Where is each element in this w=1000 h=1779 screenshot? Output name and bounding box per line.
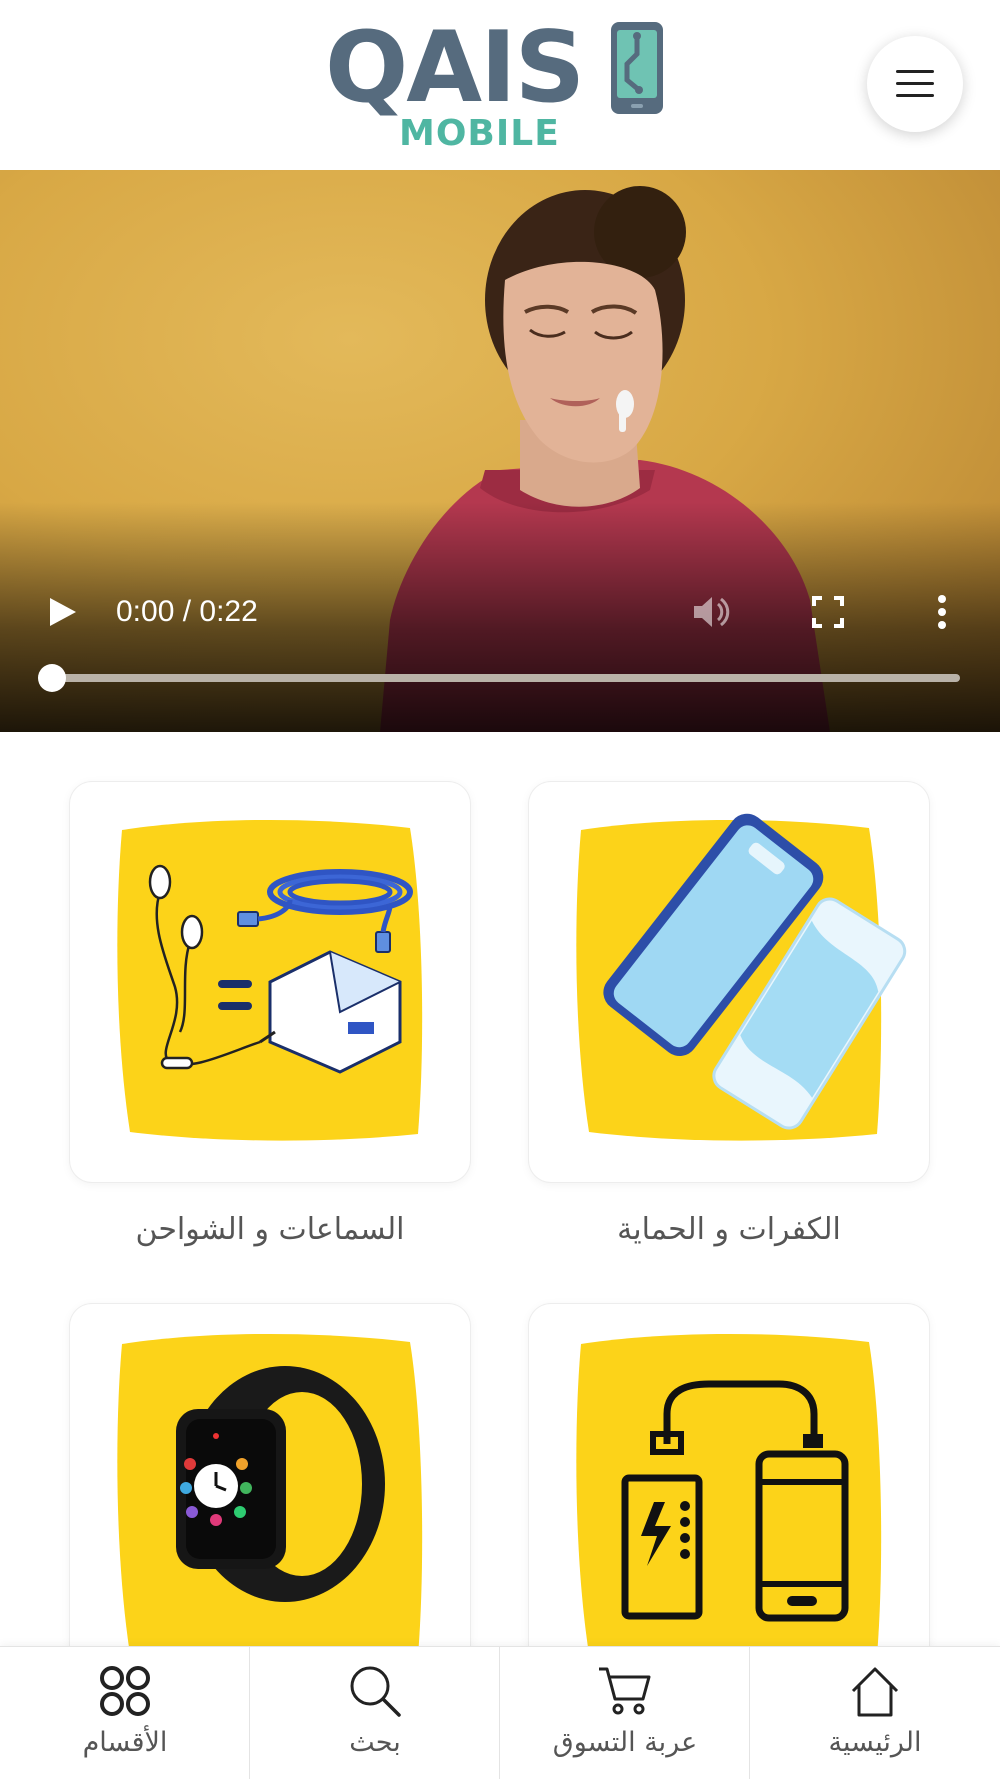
play-icon[interactable] <box>40 590 84 634</box>
earphones-chargers-icon <box>117 819 423 1141</box>
cart-icon <box>599 1667 651 1715</box>
power-bank-icon <box>576 1333 882 1663</box>
qais-mobile-logo[interactable]: QAIS MOBILE <box>325 18 675 158</box>
nav-home[interactable]: الرئيسية <box>750 1647 1000 1779</box>
promo-video-player[interactable]: 0:00 / 0:22 <box>0 170 1000 732</box>
video-time-display: 0:00 / 0:22 <box>116 595 258 628</box>
more-options-icon[interactable] <box>922 590 962 634</box>
category-card-smartwatch[interactable] <box>70 1304 470 1704</box>
home-icon <box>851 1667 899 1717</box>
app-header: QAIS MOBILE <box>0 0 1000 170</box>
volume-icon[interactable] <box>688 590 732 634</box>
category-label-cases[interactable]: الكفرات و الحماية <box>499 1210 959 1250</box>
category-card-earphones-chargers[interactable] <box>70 782 470 1182</box>
video-progress-thumb[interactable] <box>38 664 66 692</box>
smartwatch-icon <box>117 1333 423 1663</box>
nav-categories-label: الأقسام <box>82 1727 168 1758</box>
category-label-earphones-chargers[interactable]: السماعات و الشواحن <box>40 1210 500 1250</box>
logo-phone-icon <box>611 22 663 114</box>
nav-search-label: بحث <box>349 1727 401 1758</box>
video-progress-bar[interactable] <box>38 664 960 692</box>
logo-main-text: QAIS <box>325 11 585 125</box>
fullscreen-icon[interactable] <box>806 590 850 634</box>
menu-button[interactable] <box>867 36 963 132</box>
categories-grid-icon <box>100 1666 150 1716</box>
category-card-power-bank[interactable] <box>529 1304 929 1704</box>
phone-case-protection-icon <box>576 813 907 1141</box>
nav-home-label: الرئيسية <box>828 1727 922 1758</box>
hamburger-menu-icon <box>896 70 934 98</box>
search-icon <box>350 1666 401 1717</box>
logo-sub-text: MOBILE <box>399 113 560 154</box>
nav-search[interactable]: بحث <box>250 1647 500 1779</box>
nav-cart[interactable]: عربة التسوق <box>500 1647 750 1779</box>
nav-cart-label: عربة التسوق <box>552 1727 698 1758</box>
bottom-navigation-bar: الرئيسية عربة التسوق بحث الأقسام <box>0 1646 1000 1779</box>
nav-categories[interactable]: الأقسام <box>0 1647 250 1779</box>
category-card-cases[interactable] <box>529 782 929 1182</box>
